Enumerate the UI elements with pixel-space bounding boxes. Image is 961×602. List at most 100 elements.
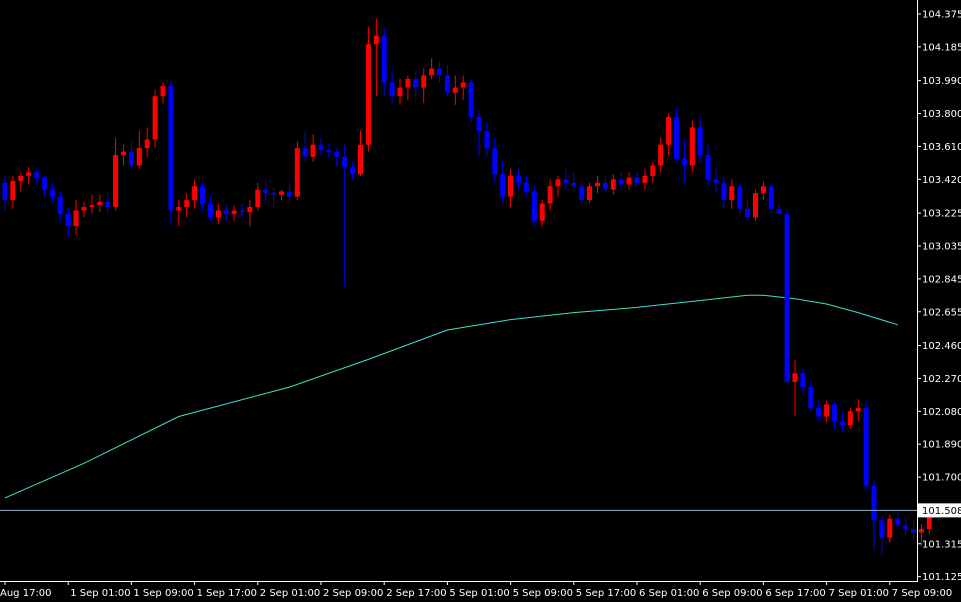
- x-tick-label: 2 Sep 09:00: [323, 588, 383, 599]
- candle-body: [832, 404, 837, 422]
- candle-body: [429, 68, 435, 76]
- candle-body: [895, 518, 901, 526]
- candle-body: [310, 144, 316, 157]
- candle-body: [144, 139, 150, 149]
- candle: [753, 189, 758, 221]
- candle-body: [753, 193, 758, 218]
- candle-body: [26, 172, 32, 176]
- candle-body: [113, 155, 119, 208]
- y-tick-label: 104.375: [922, 9, 961, 20]
- y-tick-label: 104.185: [922, 42, 961, 53]
- candle-body: [602, 182, 608, 190]
- price-chart[interactable]: 104.375 104.185 103.990 103.800 103.610 103.4…: [0, 0, 961, 602]
- y-tick-label: 102.270: [922, 374, 961, 385]
- candle-body: [863, 407, 869, 486]
- candle-body: [160, 85, 166, 97]
- candle-body: [839, 421, 845, 426]
- candle-body: [792, 373, 798, 382]
- candle-body: [918, 529, 924, 533]
- candle-body: [294, 148, 300, 197]
- x-tick-label: 1 Sep 09:00: [133, 588, 193, 599]
- candle-body: [879, 520, 885, 538]
- y-tick-label: 101.700: [922, 473, 961, 484]
- candle-body: [650, 165, 656, 176]
- y-tick-label: 101.890: [922, 440, 961, 451]
- candle-body: [350, 167, 356, 175]
- candle-body: [816, 407, 822, 417]
- candle-body: [468, 82, 474, 117]
- candle-body: [847, 411, 853, 426]
- candle-body: [239, 210, 245, 213]
- candle: [468, 78, 474, 123]
- candle-body: [808, 387, 814, 408]
- candle-body: [705, 155, 711, 180]
- candle-body: [800, 373, 806, 388]
- candle-body: [768, 186, 774, 209]
- candle-body: [452, 87, 458, 93]
- x-tick-label: 7 Sep 09:00: [892, 588, 952, 599]
- candle-body: [231, 210, 237, 214]
- x-tick-label: 6 Sep 09:00: [702, 588, 762, 599]
- candle-body: [128, 151, 134, 166]
- x-tick-label: 1 Sep 01:00: [70, 588, 130, 599]
- candle-body: [223, 210, 229, 214]
- y-tick-label: 102.080: [922, 407, 961, 418]
- candle-body: [49, 189, 55, 197]
- candle-body: [784, 213, 790, 382]
- x-tick-label: 2 Sep 17:00: [386, 588, 446, 599]
- candle-body: [595, 182, 600, 187]
- candle-body: [887, 518, 893, 538]
- candle-body: [634, 177, 640, 183]
- candle-body: [121, 151, 126, 156]
- candle-body: [737, 186, 743, 209]
- x-tick-label: 6 Sep 01:00: [639, 588, 699, 599]
- candle-body: [89, 205, 95, 208]
- x-tick-label: 5 Sep 09:00: [513, 588, 573, 599]
- plot-background: [0, 0, 961, 602]
- candle-body: [373, 35, 379, 45]
- y-tick-label: 102.655: [922, 307, 961, 318]
- candle-body: [903, 525, 909, 530]
- x-tick-label: 7 Sep 01:00: [829, 588, 889, 599]
- candle-body: [523, 182, 529, 192]
- y-tick-label: 103.610: [922, 142, 961, 153]
- candle-body: [184, 200, 190, 208]
- candle-body: [674, 117, 679, 159]
- candle-body: [681, 158, 687, 166]
- candle-body: [358, 144, 363, 175]
- candle-body: [484, 130, 490, 149]
- candle-body: [215, 210, 221, 218]
- candle-body: [531, 191, 537, 221]
- candle-body: [342, 156, 348, 168]
- candle-body: [911, 529, 916, 533]
- candle-body: [610, 179, 616, 190]
- candle: [365, 26, 371, 152]
- candle-body: [492, 148, 498, 175]
- candle-body: [42, 177, 47, 190]
- candle-body: [618, 179, 624, 185]
- candle-body: [65, 213, 71, 227]
- y-tick-label: 103.225: [922, 209, 961, 220]
- candle-body: [555, 179, 561, 187]
- candle: [168, 82, 174, 227]
- x-tick-label: 5 Sep 01:00: [449, 588, 509, 599]
- candle-body: [579, 186, 585, 201]
- candle-body: [176, 207, 182, 211]
- y-tick-label: 103.420: [922, 175, 961, 186]
- candle-body: [2, 182, 8, 201]
- candle-body: [200, 186, 205, 204]
- candle-body: [97, 201, 103, 206]
- candle-body: [666, 117, 672, 145]
- candle-body: [263, 189, 269, 194]
- candle-body: [476, 117, 482, 131]
- x-tick-label: 1 Sep 17:00: [197, 588, 257, 599]
- y-tick-label: 101.315: [922, 539, 961, 550]
- candle-body: [713, 179, 719, 183]
- candle-body: [255, 189, 261, 208]
- candle-body: [397, 87, 403, 97]
- candle-body: [152, 96, 158, 140]
- candle-body: [271, 193, 277, 195]
- y-tick-label: 102.845: [922, 274, 961, 285]
- candle-body: [381, 35, 387, 83]
- candle-body: [10, 181, 16, 201]
